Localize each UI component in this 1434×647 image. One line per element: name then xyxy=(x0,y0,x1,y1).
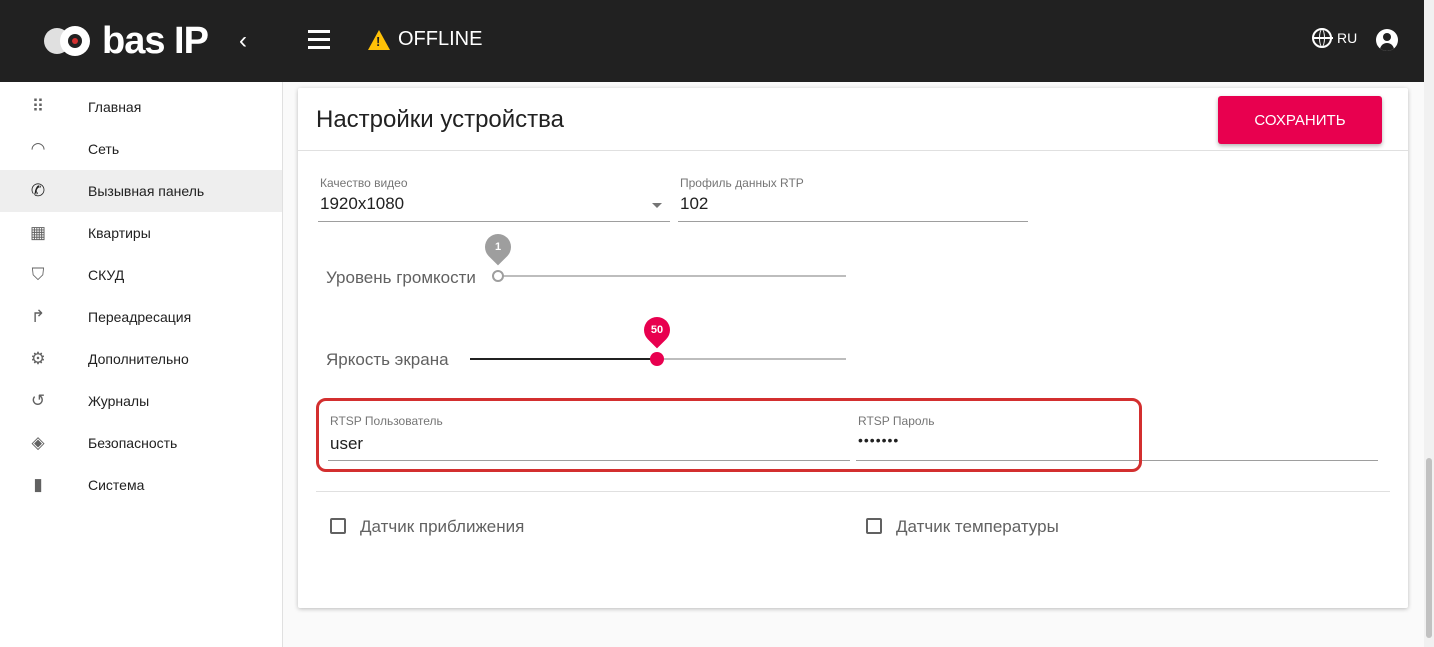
sidebar-item-forwarding[interactable]: ↱ Переадресация xyxy=(0,296,282,338)
chevron-down-icon xyxy=(652,203,662,208)
shield-icon: ⛉ xyxy=(31,265,45,284)
sidebar-item-network[interactable]: ◠ Сеть xyxy=(0,128,282,170)
sidebar-item-label: Вызывная панель xyxy=(88,183,205,199)
gear-icon: ⚙ xyxy=(30,349,46,368)
collapse-sidebar-button[interactable]: ‹ xyxy=(230,28,256,54)
building-icon: ▦ xyxy=(29,223,47,242)
volume-label: Уровень громкости xyxy=(326,268,476,287)
volume-track xyxy=(498,275,846,277)
checkbox-box[interactable] xyxy=(866,518,882,534)
sidebar-item-call-panel[interactable]: ✆ Вызывная панель xyxy=(0,170,282,212)
section-divider xyxy=(316,491,1390,492)
field-underline xyxy=(318,221,670,222)
connection-status: OFFLINE xyxy=(368,28,482,51)
scrollbar-thumb[interactable] xyxy=(1426,458,1432,638)
sidebar-item-label: СКУД xyxy=(88,267,125,283)
sidebar-item-label: Квартиры xyxy=(88,225,151,241)
sidebar: ⠿ Главная ◠ Сеть ✆ Вызывная панель ▦ Ква… xyxy=(0,82,283,647)
warning-icon xyxy=(368,29,390,50)
field-underline xyxy=(678,221,1028,222)
hamburger-menu-icon[interactable] xyxy=(308,30,330,50)
brightness-track-fill xyxy=(470,358,658,360)
rtsp-highlight-frame xyxy=(316,398,1142,472)
sidebar-item-apartments[interactable]: ▦ Квартиры xyxy=(0,212,282,254)
logo-mark-icon xyxy=(44,26,106,56)
top-app-bar: bas IP ‹ OFFLINE RU xyxy=(0,0,1424,82)
account-icon[interactable] xyxy=(1376,29,1398,51)
sidebar-item-label: Дополнительно xyxy=(88,351,189,367)
save-button[interactable]: СОХРАНИТЬ xyxy=(1218,96,1382,144)
proximity-sensor-label: Датчик приближения xyxy=(360,517,525,536)
rtp-profile-label: Профиль данных RTP xyxy=(680,176,804,190)
device-icon: ▮ xyxy=(33,475,43,494)
brightness-value: 50 xyxy=(650,324,664,336)
rtp-profile-value: 102 xyxy=(680,194,709,213)
apps-icon: ⠿ xyxy=(31,97,45,116)
sidebar-item-access-control[interactable]: ⛉ СКУД xyxy=(0,254,282,296)
globe-icon xyxy=(1312,28,1333,48)
sidebar-item-label: Главная xyxy=(88,99,142,115)
language-label: RU xyxy=(1337,30,1358,46)
wifi-icon: ◠ xyxy=(30,139,46,158)
brightness-label: Яркость экрана xyxy=(326,350,449,369)
sidebar-item-main[interactable]: ⠿ Главная xyxy=(0,86,282,128)
sidebar-item-label: Система xyxy=(88,477,145,493)
page-scrollbar[interactable] xyxy=(1424,0,1434,647)
video-quality-value: 1920x1080 xyxy=(320,194,405,213)
video-quality-label: Качество видео xyxy=(320,176,408,190)
sidebar-item-label: Сеть xyxy=(88,141,120,157)
volume-value: 1 xyxy=(494,241,502,253)
logo-text: bas IP xyxy=(102,19,209,62)
history-icon: ↺ xyxy=(30,391,46,410)
sidebar-item-label: Переадресация xyxy=(88,309,192,325)
page-title: Настройки устройства xyxy=(316,106,564,133)
sidebar-item-label: Журналы xyxy=(88,393,150,409)
checkbox-box[interactable] xyxy=(330,518,346,534)
language-selector[interactable]: RU xyxy=(1312,28,1357,48)
sidebar-item-logs[interactable]: ↺ Журналы xyxy=(0,380,282,422)
sidebar-item-advanced[interactable]: ⚙ Дополнительно xyxy=(0,338,282,380)
security-icon: ◈ xyxy=(31,433,45,452)
sidebar-item-security[interactable]: ◈ Безопасность xyxy=(0,422,282,464)
call-forward-icon: ↱ xyxy=(30,307,46,326)
phone-icon: ✆ xyxy=(30,181,46,200)
sidebar-item-label: Безопасность xyxy=(88,435,178,451)
header-divider xyxy=(298,150,1408,151)
device-settings-card: Настройки устройства СОХРАНИТЬ Качество … xyxy=(298,88,1408,608)
temperature-sensor-label: Датчик температуры xyxy=(896,517,1059,536)
status-text: OFFLINE xyxy=(398,28,483,50)
brightness-thumb[interactable] xyxy=(650,352,664,366)
volume-thumb[interactable] xyxy=(492,270,504,282)
sidebar-item-system[interactable]: ▮ Система xyxy=(0,464,282,506)
